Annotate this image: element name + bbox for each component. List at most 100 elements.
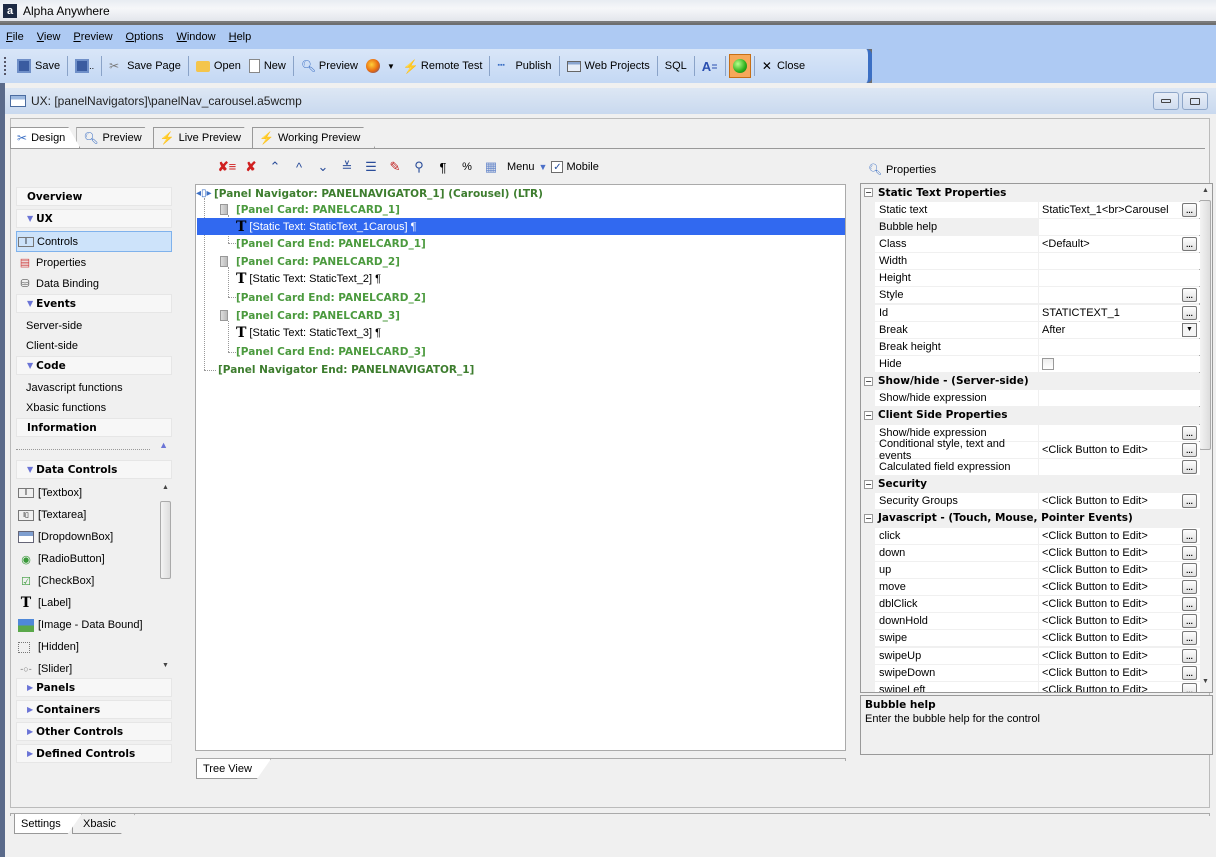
menu-window[interactable]: Window [176,31,215,43]
sql-button[interactable]: SQL [661,54,691,78]
property-value[interactable]: ... [1039,287,1200,304]
property-category[interactable]: − Show/hide - (Server-side) [861,372,1200,390]
control-dropdownbox[interactable]: [DropdownBox] [16,526,172,548]
save-page-button[interactable]: ✂ Save Page [105,54,185,78]
property-category[interactable]: − Static Text Properties [861,184,1200,201]
collapse-minus-icon[interactable]: − [864,188,873,197]
property-value[interactable]: ... [1039,458,1200,475]
sidebar-information[interactable]: Information [16,418,172,437]
save-button[interactable]: Save [13,54,64,78]
sidebar-section-defined-controls[interactable]: ▶ Defined Controls [16,744,172,763]
property-value[interactable]: StaticText_1<br>Carousel... [1039,201,1200,218]
property-row[interactable]: Id STATICTEXT_1... [861,304,1200,321]
ellipsis-button[interactable]: ... [1182,236,1197,251]
font-button[interactable]: A ≣ [698,54,722,78]
menu-help[interactable]: Help [229,31,252,43]
minimize-button[interactable] [1153,92,1179,110]
find-icon[interactable]: ⚲ [407,159,431,175]
ellipsis-button[interactable]: ... [1182,545,1197,560]
property-value[interactable] [1039,270,1200,287]
scroll-down-icon[interactable]: ▼ [1202,678,1209,685]
property-value[interactable]: <Click Button to Edit>... [1039,664,1200,681]
collapse-minus-icon[interactable]: − [864,376,873,386]
sidebar-item-properties[interactable]: ▤ Properties [16,252,172,273]
property-row[interactable]: Static text StaticText_1<br>Carousel... [861,201,1200,218]
sidebar-section-code[interactable]: ▼ Code [16,356,172,375]
property-value[interactable]: <Click Button to Edit>... [1039,596,1200,613]
tab-working-preview[interactable]: ⚡ Working Preview [252,127,375,148]
property-row[interactable]: swipeLeft <Click Button to Edit>... [861,681,1200,692]
property-value[interactable]: <Click Button to Edit>... [1039,493,1200,510]
property-row[interactable]: Calculated field expression... [861,458,1200,475]
browser-select-button[interactable]: ▼ [362,54,399,78]
move-up-icon[interactable]: ^ [287,160,311,175]
property-value[interactable]: <Click Button to Edit>... [1039,647,1200,664]
property-row[interactable]: swipeDown <Click Button to Edit>... [861,664,1200,681]
ellipsis-button[interactable]: ... [1182,202,1197,217]
sidebar-item-controls[interactable]: I Controls [16,231,172,252]
ellipsis-button[interactable]: ... [1182,459,1197,474]
property-value[interactable]: <Click Button to Edit>... [1039,681,1200,692]
ellipsis-button[interactable]: ... [1182,305,1197,320]
pilcrow-icon[interactable]: ¶ [431,160,455,175]
sidebar-item-javascript-functions[interactable]: Javascript functions [16,378,172,398]
tree-node-static-text[interactable]: T [Static Text: StaticText_3] ¶ [236,324,381,341]
tree-node-panel-card[interactable]: [Panel Card: PANELCARD_1] [220,201,400,218]
pick-color-icon[interactable]: ✎ [383,159,407,175]
grid-icon[interactable]: ▦ [479,159,503,175]
ellipsis-button[interactable]: ... [1182,494,1197,509]
ellipsis-button[interactable]: ... [1182,597,1197,612]
property-row[interactable]: dblClick <Click Button to Edit>... [861,596,1200,613]
tree-node-panel-card-end[interactable]: [Panel Card End: PANELCARD_3] [236,343,426,360]
ellipsis-button[interactable]: ... [1182,631,1197,646]
property-row[interactable]: Show/hide expression [861,390,1200,407]
sidebar-section-other-controls[interactable]: ▶ Other Controls [16,722,172,741]
property-row[interactable]: downHold <Click Button to Edit>... [861,613,1200,630]
sidebar-item-xbasic-functions[interactable]: Xbasic functions [16,398,172,418]
menu-button[interactable]: Menu [507,161,535,173]
property-row[interactable]: Security Groups <Click Button to Edit>... [861,493,1200,510]
menu-options[interactable]: Options [126,31,164,43]
property-row[interactable]: Break height [861,338,1200,355]
property-value[interactable]: After ▼ [1039,321,1200,338]
tree-node-panel-card[interactable]: [Panel Card: PANELCARD_3] [220,307,400,324]
ellipsis-button[interactable]: ... [1182,682,1197,692]
property-value[interactable] [1039,356,1200,372]
toolbar-grip[interactable] [4,57,7,75]
property-row[interactable]: Bubble help [861,218,1200,235]
control-textbox[interactable]: I [Textbox] [16,482,172,504]
tree-node-panel-card-end[interactable]: [Panel Card End: PANELCARD_2] [236,289,426,306]
ellipsis-button[interactable]: ... [1182,648,1197,663]
insert-list-icon[interactable]: ☰ [359,159,383,175]
property-value[interactable]: ... [1039,424,1200,441]
property-value[interactable]: <Default>... [1039,235,1200,252]
sidebar-section-ux[interactable]: ▼ UX [16,209,172,228]
scroll-up-icon[interactable]: ▲ [1202,187,1209,194]
remote-test-button[interactable]: ⚡ Remote Test [399,54,487,78]
property-row[interactable]: down <Click Button to Edit>... [861,544,1200,561]
property-category[interactable]: − Javascript - (Touch, Mouse, Pointer Eve… [861,509,1200,527]
ellipsis-button[interactable]: ... [1182,442,1197,457]
move-bottom-icon[interactable]: ≚ [335,159,359,175]
control-slider[interactable]: -○- [Slider] [16,658,172,680]
property-category[interactable]: − Client Side Properties [861,406,1200,424]
tab-preview[interactable]: 🔍︎ Preview [76,127,156,148]
control-textarea[interactable]: I▯ [Textarea] [16,504,172,526]
move-top-icon[interactable]: ⌃ [263,159,287,175]
property-value[interactable]: STATICTEXT_1... [1039,304,1200,321]
property-row[interactable]: swipe <Click Button to Edit>... [861,630,1200,647]
tree-node-navigator-end[interactable]: [Panel Navigator End: PANELNAVIGATOR_1] [218,361,474,378]
tree-node-navigator[interactable]: ◂▯▸ [Panel Navigator: PANELNAVIGATOR_1] … [196,185,543,202]
property-row[interactable]: Width [861,253,1200,270]
sidebar-section-data-controls[interactable]: ▼ Data Controls [16,460,172,479]
tree-node-static-text[interactable]: T [Static Text: StaticText_1Carous] ¶ [197,218,845,235]
menu-view[interactable]: View [37,31,61,43]
data-controls-scrollbar[interactable]: ▲ ▼ [159,482,172,674]
ellipsis-button[interactable]: ... [1182,425,1197,440]
delete-icon[interactable]: ✘ [239,159,263,175]
ellipsis-button[interactable]: ... [1182,614,1197,629]
menu-dropdown-icon[interactable]: ▼ [539,162,548,172]
sidebar-item-server-side[interactable]: Server-side [16,316,172,336]
property-value[interactable] [1039,218,1200,235]
move-down-icon[interactable]: ⌄ [311,159,335,175]
